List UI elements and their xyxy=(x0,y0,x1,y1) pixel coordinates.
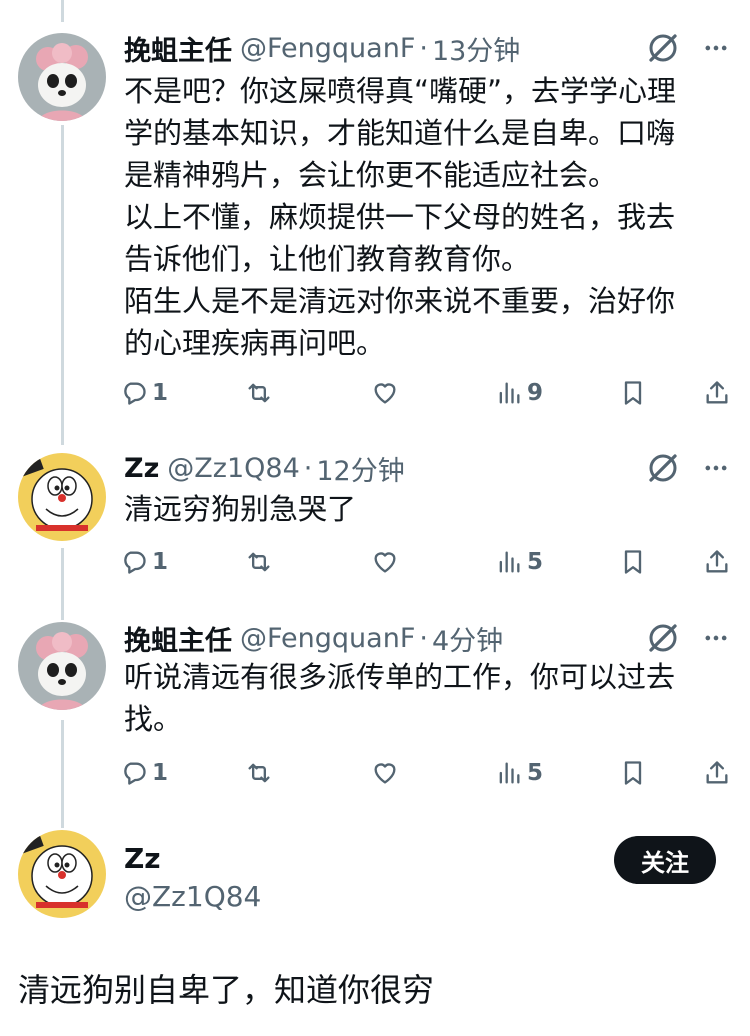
main-user-handle[interactable]: @Zz1Q84 xyxy=(124,880,261,913)
display-name[interactable]: 挽蛆主任 xyxy=(124,619,232,658)
like-icon xyxy=(371,548,399,576)
tweet-header: 挽蛆主任 @FengquanF · 13分钟 xyxy=(124,29,520,68)
retweet-button[interactable] xyxy=(245,542,273,582)
separator-dot: · xyxy=(303,452,313,484)
tweet-header: Zz @Zz1Q84 · 12分钟 xyxy=(124,449,405,488)
main-tweet-text: 清远狗别自卑了，知道你很穷 xyxy=(18,971,435,1009)
reply-button[interactable]: 1 xyxy=(120,753,168,793)
tweet[interactable]: 挽蛆主任 @FengquanF · 4分钟 听说清远有很多派传单的工作，你可以过… xyxy=(0,618,750,808)
avatar[interactable] xyxy=(18,33,106,121)
main-display-name[interactable]: Zz xyxy=(124,842,161,875)
action-bar: 1 9 xyxy=(120,373,740,413)
reply-icon xyxy=(120,759,148,787)
retweet-button[interactable] xyxy=(245,753,273,793)
like-icon xyxy=(371,379,399,407)
views-button[interactable]: 5 xyxy=(495,542,543,582)
main-avatar[interactable] xyxy=(18,830,106,918)
retweet-button[interactable] xyxy=(245,373,273,413)
reply-count: 1 xyxy=(152,760,169,786)
avatar[interactable] xyxy=(18,622,106,710)
retweet-icon xyxy=(245,759,273,787)
grok-icon[interactable] xyxy=(645,450,681,486)
views-button[interactable]: 9 xyxy=(495,373,543,413)
views-count: 5 xyxy=(527,760,544,786)
follow-button[interactable]: 关注 xyxy=(614,836,716,884)
reply-button[interactable]: 1 xyxy=(120,373,168,413)
views-count: 5 xyxy=(527,549,544,575)
timestamp[interactable]: 4分钟 xyxy=(432,619,503,658)
retweet-icon xyxy=(245,379,273,407)
share-icon xyxy=(703,759,731,787)
reply-icon xyxy=(120,379,148,407)
more-icon[interactable] xyxy=(700,454,732,482)
action-bar: 1 5 xyxy=(120,753,740,793)
bookmark-icon xyxy=(619,379,647,407)
separator-dot: · xyxy=(419,622,428,654)
user-handle[interactable]: @FengquanF xyxy=(240,623,415,654)
timestamp[interactable]: 13分钟 xyxy=(432,29,520,68)
like-icon xyxy=(371,759,399,787)
views-icon xyxy=(495,548,523,576)
display-name[interactable]: 挽蛆主任 xyxy=(124,29,232,68)
display-name[interactable]: Zz xyxy=(124,453,159,484)
reply-count: 1 xyxy=(152,549,169,575)
user-handle[interactable]: @Zz1Q84 xyxy=(167,453,299,484)
action-bar: 1 5 xyxy=(120,542,740,582)
like-button[interactable] xyxy=(371,542,399,582)
bookmark-button[interactable] xyxy=(619,542,647,582)
retweet-icon xyxy=(245,548,273,576)
share-icon xyxy=(703,548,731,576)
user-handle[interactable]: @FengquanF xyxy=(240,33,415,64)
like-button[interactable] xyxy=(371,373,399,413)
thread-line xyxy=(61,0,64,22)
views-count: 9 xyxy=(527,380,544,406)
bookmark-button[interactable] xyxy=(619,753,647,793)
grok-icon[interactable] xyxy=(645,620,681,656)
bookmark-button[interactable] xyxy=(619,373,647,413)
timestamp[interactable]: 12分钟 xyxy=(316,449,404,488)
tweet-header: 挽蛆主任 @FengquanF · 4分钟 xyxy=(124,619,503,658)
views-icon xyxy=(495,379,523,407)
share-button[interactable] xyxy=(703,373,731,413)
share-icon xyxy=(703,379,731,407)
bookmark-icon xyxy=(619,759,647,787)
like-button[interactable] xyxy=(371,753,399,793)
grok-icon[interactable] xyxy=(645,30,681,66)
share-button[interactable] xyxy=(703,753,731,793)
tweet[interactable]: Zz @Zz1Q84 · 12分钟 清远穷狗别急哭了 1 5 xyxy=(0,448,750,598)
avatar[interactable] xyxy=(18,453,106,541)
reply-icon xyxy=(120,548,148,576)
tweet[interactable]: 挽蛆主任 @FengquanF · 13分钟 不是吧？你这屎喷得真“嘴硬”，去学… xyxy=(0,26,750,426)
tweet-text: 不是吧？你这屎喷得真“嘴硬”，去学学心理 学的基本知识，才能知道什么是自卑。口嗨… xyxy=(124,74,677,360)
tweet-text: 清远穷狗别急哭了 xyxy=(124,492,357,526)
reply-button[interactable]: 1 xyxy=(120,542,168,582)
bookmark-icon xyxy=(619,548,647,576)
tweet-text: 听说清远有很多派传单的工作，你可以过去 找。 xyxy=(124,660,676,736)
more-icon[interactable] xyxy=(700,34,732,62)
views-button[interactable]: 5 xyxy=(495,753,543,793)
views-icon xyxy=(495,759,523,787)
more-icon[interactable] xyxy=(700,624,732,652)
separator-dot: · xyxy=(419,32,428,64)
reply-count: 1 xyxy=(152,380,169,406)
share-button[interactable] xyxy=(703,542,731,582)
